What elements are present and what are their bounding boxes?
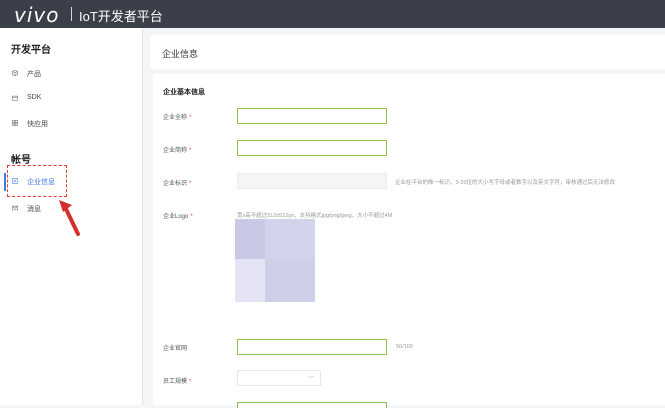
company-info-form: 企业基本信息 企业全称 * 企业简称 * 企业标识 * 企业在平台的唯一标识，3-20… xyxy=(153,74,665,408)
sidebar-section-account: 帐号 xyxy=(11,155,31,166)
website-input[interactable] xyxy=(237,339,387,355)
sidebar-item-label: 产品 xyxy=(27,71,41,78)
required-mark: * xyxy=(189,379,192,385)
required-mark: * xyxy=(189,148,192,154)
short-name-label-text: 企业简称 xyxy=(163,148,188,154)
annotation-highlight-box xyxy=(7,165,67,197)
full-name-input[interactable] xyxy=(237,108,387,124)
required-mark: * xyxy=(190,214,193,220)
sidebar-item-label: 消息 xyxy=(27,206,41,213)
sidebar-item-label: SDK xyxy=(27,94,42,101)
next-field-input[interactable] xyxy=(237,402,387,408)
box-icon xyxy=(12,95,18,101)
logo-upload-preview[interactable] xyxy=(235,219,315,302)
vivo-logo[interactable]: vivo xyxy=(14,3,59,27)
chevron-down-icon: ﹀ xyxy=(307,377,314,383)
logo-label: 企业Logo * xyxy=(163,211,193,220)
identifier-hint: 企业在平台的唯一标识，3-20位的大小写字母或者数字以及英文字符，审核通过后无法… xyxy=(395,180,616,186)
grid-icon xyxy=(12,120,18,126)
logo-divider xyxy=(71,7,72,21)
website-label: 企业官网 xyxy=(163,346,188,352)
page-title: 企业信息 xyxy=(162,49,199,59)
full-name-label-text: 企业全称 xyxy=(163,115,188,121)
cube-icon xyxy=(12,70,18,76)
required-mark: * xyxy=(189,181,192,187)
sidebar-item-sdk[interactable]: SDK xyxy=(0,88,142,110)
required-mark: * xyxy=(189,115,192,121)
employees-label-text: 员工规模 xyxy=(163,379,188,385)
sidebar-section-dev-platform: 开发平台 xyxy=(11,45,51,56)
employees-select[interactable]: ﹀ xyxy=(237,370,321,386)
section-title: 企业基本信息 xyxy=(163,89,205,96)
website-char-counter: 50/100 xyxy=(396,344,413,350)
logo-hint: 宽x高不超过512x512px，支持格式jpg/png/jpeg，大小不超过4M xyxy=(237,213,393,219)
active-indicator xyxy=(4,173,6,191)
page-header: 企业信息 xyxy=(150,35,665,69)
logo-label-text: 企业Logo xyxy=(163,214,189,220)
short-name-label: 企业简称 * xyxy=(163,145,191,154)
mail-icon xyxy=(12,205,18,211)
sidebar-item-label: 快应用 xyxy=(27,121,48,128)
full-name-label: 企业全称 * xyxy=(163,112,191,121)
identifier-label: 企业标识 * xyxy=(163,178,191,187)
identifier-label-text: 企业标识 xyxy=(163,181,188,187)
short-name-input[interactable] xyxy=(237,140,387,156)
annotation-arrow-icon xyxy=(59,200,80,236)
identifier-input[interactable] xyxy=(237,173,387,189)
sidebar-item-product[interactable]: 产品 xyxy=(0,63,142,85)
sidebar-item-quickapp[interactable]: 快应用 xyxy=(0,113,142,135)
app-title: IoT开发者平台 xyxy=(79,9,163,24)
top-bar: vivo IoT开发者平台 xyxy=(0,0,665,28)
employees-label: 员工规模 * xyxy=(163,376,191,385)
